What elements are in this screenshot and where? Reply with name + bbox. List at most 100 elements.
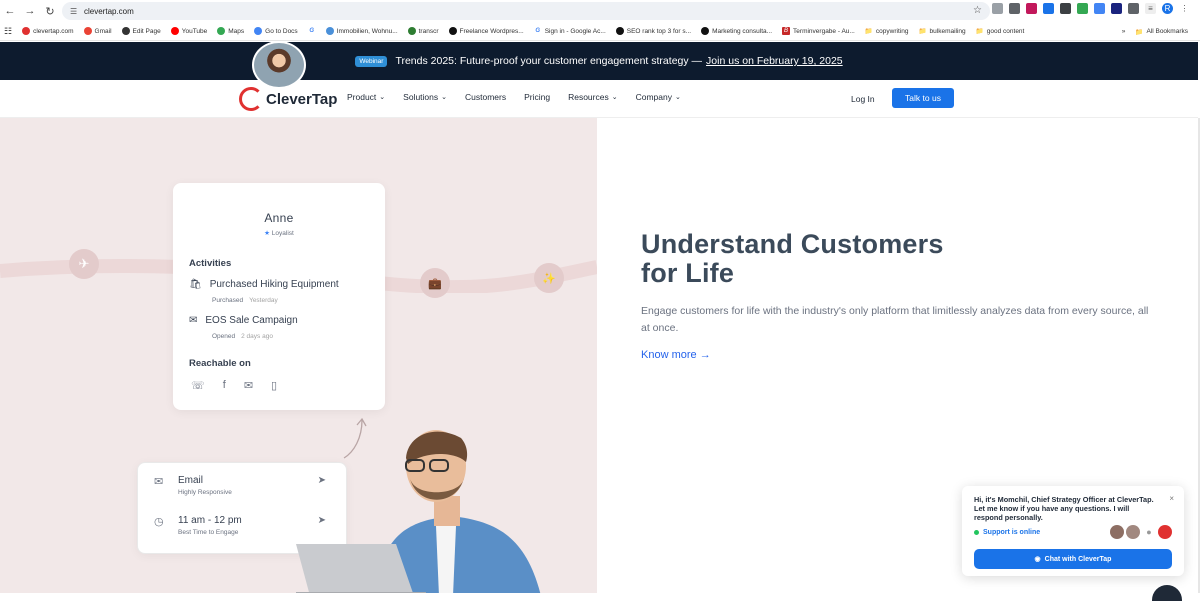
- bookmark-item[interactable]: Freelance Wordpres...: [448, 27, 524, 35]
- all-bookmarks[interactable]: 📁 All Bookmarks: [1135, 28, 1188, 36]
- email-icon: ✉: [243, 380, 254, 392]
- site-header: CleverTap Product ⌄ Solutions ⌄ Customers …: [0, 80, 1198, 118]
- customer-profile-card: Anne ★ Loyalist Activities 🛍 Purchased Hi…: [173, 183, 385, 410]
- bookmark-item[interactable]: Maps: [217, 27, 244, 35]
- know-more-link[interactable]: Know more →: [641, 349, 711, 361]
- bookmark-item[interactable]: B Terminvergabe - Au...: [782, 27, 855, 35]
- chevron-down-icon: ⌄: [441, 94, 448, 101]
- engagement-row: ◷ 11 am - 12 pm Best Time to Engage: [154, 515, 242, 536]
- folder-icon: 📁: [864, 28, 873, 35]
- extension-icon[interactable]: [992, 3, 1003, 14]
- person-with-laptop-image: [296, 430, 541, 593]
- chat-with-clevertap-button[interactable]: ◉ Chat with CleverTap: [974, 549, 1172, 569]
- banner-link[interactable]: Join us on February 19, 2025: [706, 55, 843, 67]
- activity-item: ✉ EOS Sale Campaign: [189, 315, 298, 326]
- extension-icon[interactable]: [1060, 3, 1071, 14]
- clevertap-logo[interactable]: CleverTap: [239, 87, 337, 111]
- extension-icon[interactable]: [1111, 3, 1122, 14]
- facebook-icon: f: [222, 379, 226, 391]
- forward-icon[interactable]: →: [20, 1, 40, 21]
- bookmark-item[interactable]: Marketing consulta...: [701, 27, 772, 35]
- envelope-open-icon: ✉: [189, 315, 198, 326]
- promo-banner: Webinar Trends 2025: Future-proof your c…: [0, 42, 1198, 80]
- nav-customers[interactable]: Customers: [465, 92, 506, 102]
- clock-icon: ◷: [154, 516, 164, 528]
- sparkle-icon: ✨: [534, 263, 564, 293]
- back-icon[interactable]: ←: [0, 1, 20, 21]
- apps-icon[interactable]: ☷: [4, 26, 12, 37]
- bookmark-item[interactable]: Immobilien, Wohnu...: [325, 27, 398, 35]
- activity-meta: Purchased Yesterday: [212, 297, 278, 304]
- nav-product[interactable]: Product ⌄: [347, 92, 385, 102]
- agent-avatar: [1110, 525, 1124, 539]
- close-icon[interactable]: ×: [1169, 494, 1174, 503]
- bookmark-item[interactable]: G: [307, 27, 316, 35]
- star-icon: ★: [264, 230, 270, 237]
- folder-icon: 📁: [918, 28, 927, 35]
- channel-icons: ☏ f ✉ ▯: [191, 379, 277, 392]
- url-text: clevertap.com: [84, 6, 134, 16]
- plane-icon: ✈: [69, 249, 99, 279]
- bookmark-folder[interactable]: 📁 copywriting: [864, 27, 909, 36]
- more-bookmarks-icon[interactable]: »: [1122, 28, 1126, 35]
- main-nav: Product ⌄ Solutions ⌄ Customers Pricing Re…: [347, 92, 681, 102]
- bookmark-item[interactable]: G Sign in - Google Ac...: [533, 27, 606, 35]
- hero-headline: Understand Customers for Life: [641, 229, 944, 288]
- activity-meta: Opened 2 days ago: [212, 333, 273, 340]
- activities-heading: Activities: [189, 258, 232, 269]
- extension-icon[interactable]: [1043, 3, 1054, 14]
- bookmark-item[interactable]: clevertap.com: [22, 27, 74, 35]
- email-icon: ✉: [154, 476, 164, 488]
- folder-icon: 📁: [1135, 28, 1144, 36]
- bookmark-folder[interactable]: 📁 bulkemailing: [918, 27, 965, 36]
- reload-icon[interactable]: ↻: [40, 1, 60, 21]
- more-icon[interactable]: ⋮: [1179, 3, 1190, 14]
- chevron-down-icon: ⌄: [611, 94, 618, 101]
- nav-solutions[interactable]: Solutions ⌄: [403, 92, 447, 102]
- arrow-right-icon: →: [699, 349, 711, 361]
- nav-company[interactable]: Company ⌄: [636, 92, 681, 102]
- extension-icon[interactable]: [1077, 3, 1088, 14]
- extensions-bar: ≡ R ⋮: [992, 3, 1200, 14]
- extension-icon[interactable]: [1026, 3, 1037, 14]
- site-info-icon[interactable]: ☰: [70, 7, 80, 16]
- nav-resources[interactable]: Resources ⌄: [568, 92, 618, 102]
- online-dot-icon: [974, 530, 979, 535]
- talk-to-us-button[interactable]: Talk to us: [892, 88, 954, 108]
- bookmark-item[interactable]: SEO rank top 3 for s...: [615, 27, 691, 35]
- bookmark-star-icon[interactable]: ☆: [973, 5, 982, 16]
- nav-pricing[interactable]: Pricing: [524, 92, 550, 102]
- chevron-down-icon: ⌄: [379, 94, 386, 101]
- hero-illustration: ✈ 💼 ✨ Anne ★ Loyalist Activities 🛍 Purcha…: [0, 118, 597, 593]
- profile-avatar[interactable]: R: [1162, 3, 1173, 14]
- bookmark-item[interactable]: transcr: [407, 27, 439, 35]
- menu-icon[interactable]: ≡: [1145, 3, 1156, 14]
- chat-message: Hi, it's Momchil, Chief Strategy Officer…: [974, 495, 1154, 522]
- shopping-bag-icon: 🛍: [189, 279, 202, 290]
- bookmark-item[interactable]: Edit Page: [121, 27, 161, 35]
- clevertap-avatar: [1158, 525, 1172, 539]
- customer-avatar: [252, 41, 306, 89]
- camera-icon[interactable]: [1009, 3, 1020, 14]
- banner-text: Trends 2025: Future-proof your customer …: [395, 55, 703, 67]
- chevron-down-icon: ⌄: [675, 94, 681, 101]
- bookmark-item[interactable]: Go to Docs: [254, 27, 298, 35]
- logo-mark-icon: [239, 87, 263, 111]
- loyalty-badge: ★ Loyalist: [264, 230, 294, 237]
- extension-icon[interactable]: [1094, 3, 1105, 14]
- agent-avatar: [1126, 525, 1140, 539]
- folder-icon: 📁: [975, 28, 984, 35]
- reachable-heading: Reachable on: [189, 358, 251, 369]
- bookmark-item[interactable]: YouTube: [170, 27, 207, 35]
- activity-item: 🛍 Purchased Hiking Equipment: [189, 279, 339, 290]
- agent-avatars: ●: [1110, 525, 1172, 539]
- bookmark-folder[interactable]: 📁 good content: [975, 27, 1025, 36]
- login-link[interactable]: Log In: [851, 94, 875, 104]
- whatsapp-icon: ☏: [191, 380, 205, 392]
- address-bar[interactable]: ☰ clevertap.com ☆: [62, 2, 990, 20]
- support-status: Support is online: [974, 529, 1040, 536]
- puzzle-icon[interactable]: [1128, 3, 1139, 14]
- logo-text: CleverTap: [266, 90, 338, 108]
- bookmark-item[interactable]: Gmail: [83, 27, 112, 35]
- chat-widget: Hi, it's Momchil, Chief Strategy Officer…: [962, 486, 1184, 576]
